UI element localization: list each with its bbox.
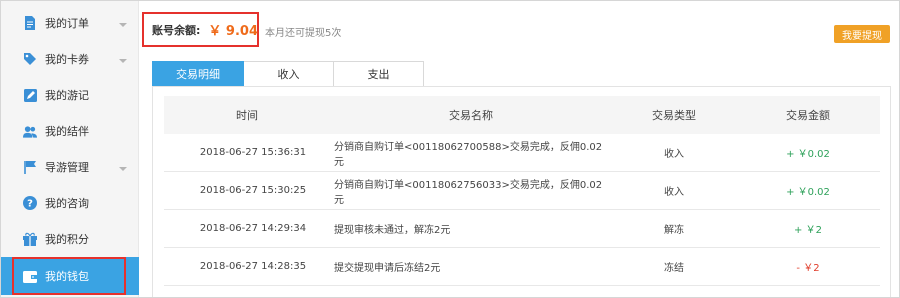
cell-name: 分销商自购订单<00118062700588>交易完成，反佣0.02元 (334, 141, 603, 168)
sidebar-item-label: 我的游记 (45, 89, 89, 102)
wallet-page: 我的订单 我的卡券 我的游记 我的结伴 导游管理 ? 我的咨询 我的积分 我的钱… (0, 0, 900, 298)
sidebar-item-coupons[interactable]: 我的卡券 (1, 41, 139, 77)
withdraw-button[interactable]: 我要提现 (834, 25, 890, 43)
sidebar-item-inquiries[interactable]: ? 我的咨询 (1, 185, 139, 221)
cell-type: 收入 (664, 149, 684, 160)
flag-icon (23, 160, 37, 174)
cell-type: 收入 (664, 187, 684, 198)
withdraw-remaining-note: 本月还可提现5次 (265, 28, 342, 39)
cell-time: 2018-06-27 15:36:31 (199, 147, 307, 158)
table-row: 2018-06-27 14:29:34 提现审核未通过，解冻2元 解冻 + ￥2 (164, 210, 880, 248)
tab-expense[interactable]: 支出 (334, 61, 424, 87)
sidebar-item-label: 我的结伴 (45, 125, 89, 138)
sidebar-item-label: 我的积分 (45, 233, 89, 246)
sidebar-item-label: 我的卡券 (45, 53, 89, 66)
svg-text:?: ? (27, 199, 33, 210)
column-header-time: 时间 (236, 109, 258, 122)
cell-type: 解冻 (664, 225, 684, 236)
cell-time: 2018-06-27 15:30:25 (199, 185, 307, 196)
edit-icon (23, 88, 37, 102)
balance-value: ￥ 9.04 (208, 24, 259, 39)
cell-amount: + ￥0.02 (786, 187, 830, 198)
cell-name: 提交提现申请后冻结2元 (334, 263, 441, 274)
sidebar-item-label: 我的钱包 (45, 270, 89, 283)
sidebar-item-guide-management[interactable]: 导游管理 (1, 149, 139, 185)
table-row: 2018-06-27 14:28:35 提交提现申请后冻结2元 冻结 - ￥2 (164, 248, 880, 286)
table-row: 2018-06-27 15:30:25 分销商自购订单<001180627560… (164, 172, 880, 210)
wallet-icon (23, 269, 37, 283)
column-header-type: 交易类型 (652, 109, 696, 122)
document-icon (23, 16, 37, 30)
tag-icon (23, 52, 37, 66)
balance-box: 账号余额: ￥ 9.04 (142, 12, 259, 47)
table-row: 2018-06-27 15:36:31 分销商自购订单<001180627005… (164, 134, 880, 172)
column-header-amount: 交易金额 (786, 109, 830, 122)
users-icon (23, 124, 37, 138)
table-header: 时间 交易名称 交易类型 交易金额 (164, 96, 880, 134)
cell-amount: - ￥2 (796, 263, 820, 274)
tab-income[interactable]: 收入 (244, 61, 334, 87)
gift-icon (23, 232, 37, 246)
table-row (164, 286, 880, 296)
balance-label: 账号余额: (152, 23, 201, 37)
cell-type: 冻结 (664, 263, 684, 274)
transactions-table: 时间 交易名称 交易类型 交易金额 2018-06-27 15:36:31 分销… (164, 96, 880, 296)
cell-time: 2018-06-27 14:28:35 (199, 261, 307, 272)
chevron-down-icon (118, 19, 128, 27)
sidebar: 我的订单 我的卡券 我的游记 我的结伴 导游管理 ? 我的咨询 我的积分 我的钱… (1, 1, 139, 297)
transactions-panel: 时间 交易名称 交易类型 交易金额 2018-06-27 15:36:31 分销… (152, 86, 891, 297)
transaction-tabs: 交易明细 收入 支出 (152, 61, 424, 87)
tab-transaction-details[interactable]: 交易明细 (152, 61, 244, 87)
column-header-name: 交易名称 (449, 109, 493, 122)
sidebar-item-label: 我的咨询 (45, 197, 89, 210)
sidebar-item-wallet[interactable]: 我的钱包 (1, 257, 139, 295)
cell-amount: + ￥2 (794, 225, 822, 236)
sidebar-item-orders[interactable]: 我的订单 (1, 5, 139, 41)
sidebar-item-points[interactable]: 我的积分 (1, 221, 139, 257)
cell-amount: + ￥0.02 (786, 149, 830, 160)
sidebar-item-label: 我的订单 (45, 17, 89, 30)
chevron-down-icon (118, 55, 128, 63)
sidebar-item-label: 导游管理 (45, 161, 89, 174)
cell-name: 提现审核未通过，解冻2元 (334, 225, 451, 236)
cell-time: 2018-06-27 14:29:34 (199, 223, 307, 234)
sidebar-item-travelogues[interactable]: 我的游记 (1, 77, 139, 113)
cell-name: 分销商自购订单<00118062756033>交易完成，反佣0.02元 (334, 179, 603, 206)
question-icon: ? (23, 196, 37, 210)
sidebar-item-companions[interactable]: 我的结伴 (1, 113, 139, 149)
chevron-down-icon (118, 163, 128, 171)
